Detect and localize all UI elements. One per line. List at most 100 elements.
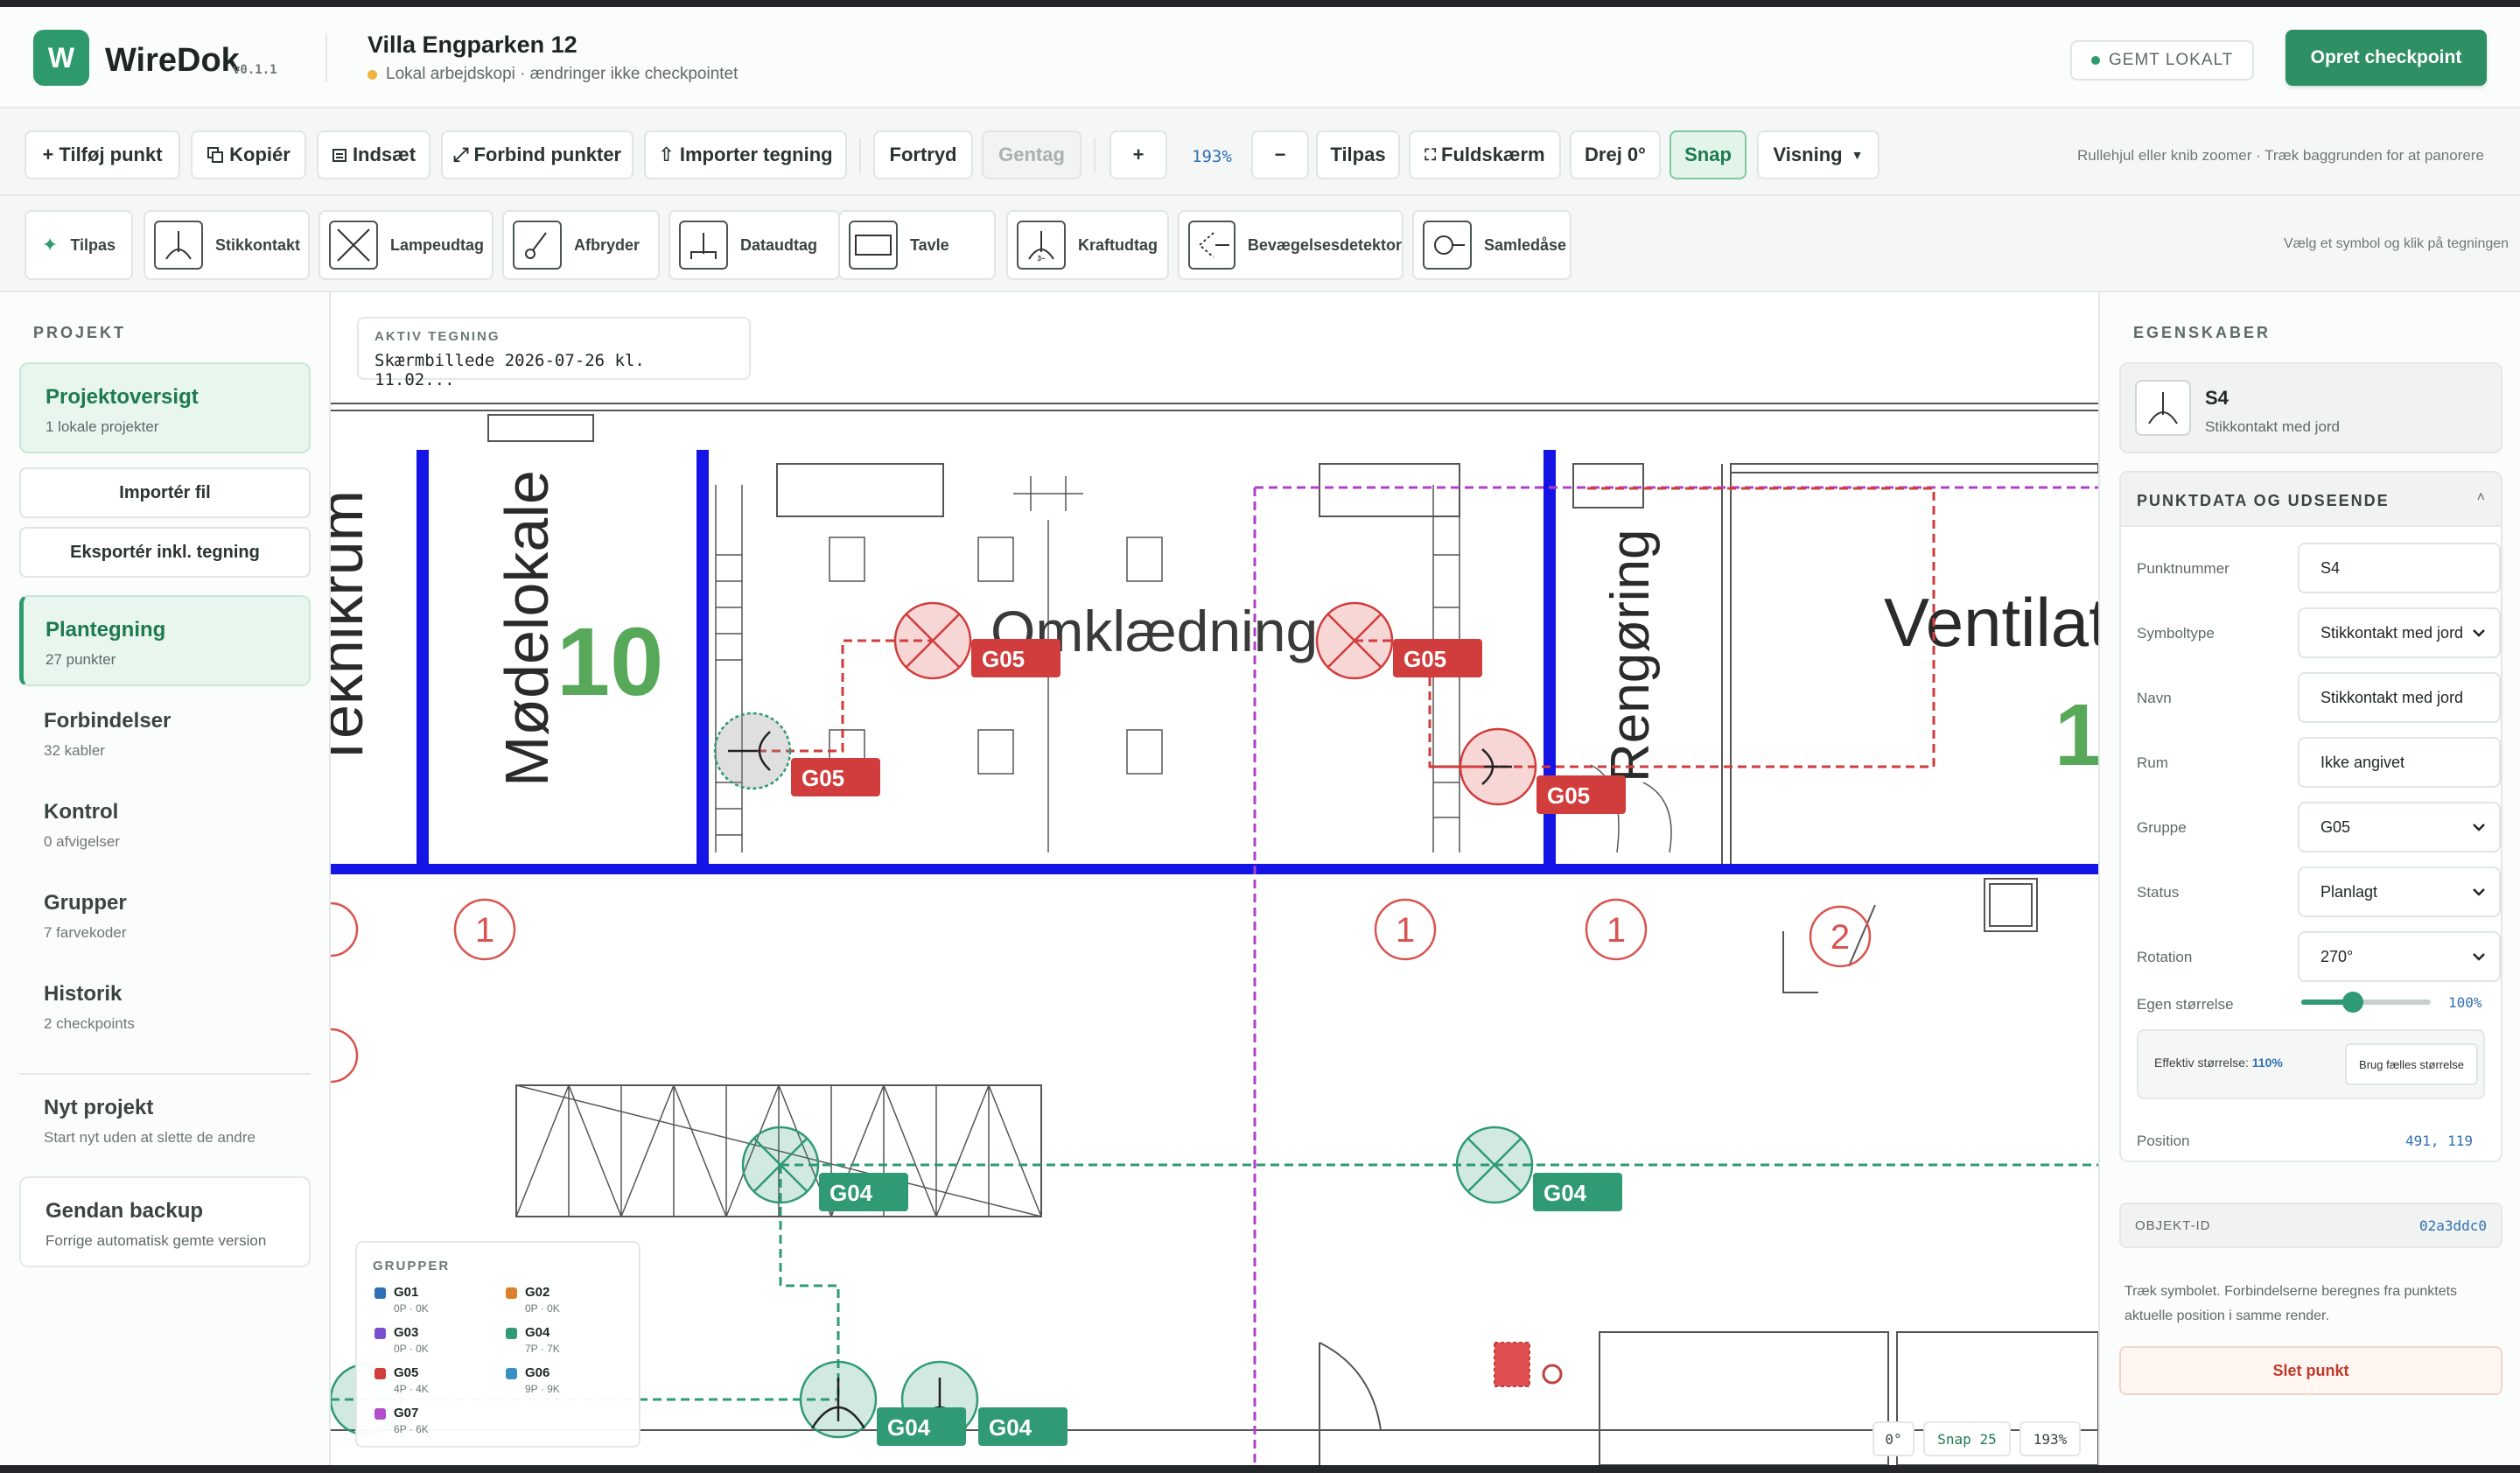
group-value: G05	[2320, 817, 2351, 836]
sidebar-item-title: Historik	[44, 982, 122, 1006]
point-data-title: PUNKTDATA OG UDSEENDE	[2137, 492, 2390, 509]
room-number: 1	[2054, 686, 2098, 784]
object-id-label: OBJEKT-ID	[2135, 1218, 2211, 1233]
sidebar-divider	[19, 1073, 311, 1075]
position-value: 491, 119	[2404, 1133, 2473, 1149]
collapse-icon: ˄	[2476, 490, 2485, 505]
group-select[interactable]: G05	[2298, 802, 2501, 852]
project-overview-card[interactable]: Projektoversigt 1 lokale projekter	[19, 362, 311, 453]
new-project-title: Nyt projekt	[44, 1096, 154, 1119]
room-label: Teknikrum	[331, 490, 375, 769]
size-value: 100%	[2448, 994, 2482, 1011]
chevron-down-icon	[2473, 824, 2485, 831]
upload-icon: ⇧	[658, 144, 675, 165]
point-label: G04	[1544, 1180, 1587, 1206]
groups-legend: GRUPPER G01 0P · 0K G02 0P · 0K G03 0P · 0K…	[355, 1241, 640, 1448]
group-count: 0P · 0K	[394, 1302, 429, 1315]
symbol-label: Tavle	[910, 235, 949, 254]
symbol-panel[interactable]: Tavle	[838, 210, 996, 280]
fullscreen-label: Fuldskærm	[1441, 144, 1545, 165]
sidebar-item-groups[interactable]: Grupper 7 farvekoder	[44, 891, 127, 942]
symbol-socket[interactable]: Stikkontakt	[144, 210, 310, 280]
selected-point-id: S4	[2205, 387, 2229, 409]
group-name: G02	[525, 1285, 550, 1300]
point-number-input[interactable]: S4	[2298, 543, 2501, 593]
restore-backup-card[interactable]: Gendan backup Forrige automatisk gemte v…	[19, 1176, 311, 1267]
saved-dot-icon	[2091, 56, 2100, 65]
properties-section-label: EGENSKABER	[2133, 324, 2272, 341]
symbol-label: Dataudtag	[740, 235, 818, 254]
create-checkpoint-button[interactable]: Opret checkpoint	[2286, 30, 2487, 86]
new-project-item[interactable]: Nyt projekt Start nyt uden at slette de …	[44, 1096, 256, 1147]
zoom-out-button[interactable]: −	[1251, 130, 1309, 179]
chevron-down-icon	[2473, 953, 2485, 961]
size-label: Egen størrelse	[2137, 996, 2234, 1013]
export-button[interactable]: Eksportér inkl. tegning	[19, 527, 311, 578]
sidebar-item-title: Forbindelser	[44, 709, 172, 733]
paste-button[interactable]: Indsæt	[317, 130, 430, 179]
paste-icon	[332, 149, 346, 162]
group-swatch	[374, 1368, 386, 1379]
socket-icon	[2135, 380, 2191, 436]
redo-button[interactable]: Gentag	[982, 130, 1082, 179]
import-file-button[interactable]: Importér fil	[19, 467, 311, 518]
sidebar-item-connections[interactable]: Forbindelser 32 kabler	[44, 709, 171, 760]
use-common-size-button[interactable]: Brug fælles størrelse	[2345, 1043, 2478, 1085]
view-dropdown[interactable]: Visning ▼	[1757, 130, 1880, 179]
header-divider	[326, 33, 327, 82]
symbol-power[interactable]: 3~ Kraftudtag	[1006, 210, 1169, 280]
group-count: 0P · 0K	[525, 1302, 560, 1315]
room-input[interactable]: Ikke angivet	[2298, 737, 2501, 788]
delete-point-button[interactable]: Slet punkt	[2119, 1346, 2502, 1395]
size-slider-thumb[interactable]	[2342, 992, 2364, 1013]
sidebar-item-floorplan[interactable]: Plantegning 27 punkter	[19, 595, 311, 686]
point-label: G05	[802, 765, 844, 791]
sidebar-item-control[interactable]: Kontrol 0 afvigelser	[44, 800, 120, 851]
project-sidebar: PROJEKT Projektoversigt 1 lokale projekt…	[0, 292, 331, 1465]
point-label: G05	[1404, 646, 1446, 672]
fit-button[interactable]: Tilpas	[1316, 130, 1400, 179]
rotation-select[interactable]: 270°	[2298, 931, 2501, 982]
undo-button[interactable]: Fortryd	[873, 130, 973, 179]
import-drawing-button[interactable]: ⇧ Importer tegning	[644, 130, 847, 179]
symbol-type-select[interactable]: Stikkontakt med jord	[2298, 607, 2501, 658]
copy-button[interactable]: Kopiér	[191, 130, 306, 179]
object-id-row: OBJEKT-ID 02a3ddc0	[2119, 1203, 2502, 1248]
project-status: Lokal arbejdskopi · ændringer ikke check…	[368, 65, 738, 84]
sidebar-item-sub: 7 farvekoder	[44, 924, 127, 941]
drawing-canvas[interactable]: Teknikrum Mødelokale Omklædning Rengørin…	[331, 292, 2098, 1465]
rotation-label: Rotation	[2137, 949, 2193, 965]
point-data-header[interactable]: PUNKTDATA OG UDSEENDE ˄	[2121, 473, 2501, 527]
status-select[interactable]: Planlagt	[2298, 866, 2501, 917]
symbol-junction[interactable]: Samledåse	[1412, 210, 1572, 280]
symbol-data[interactable]: Dataudtag	[668, 210, 840, 280]
connect-points-button[interactable]: ⤢ Forbind punkter	[441, 130, 634, 179]
circle-number: 1	[475, 911, 494, 950]
effective-size-box: Effektiv størrelse: 110% Brug fælles stø…	[2137, 1029, 2485, 1099]
status-rotation: 0°	[1872, 1421, 1914, 1456]
copy-icon	[207, 147, 224, 163]
sidebar-section-label: PROJEKT	[33, 324, 127, 341]
symbol-hint: Vælg et symbol og klik på tegningen	[2284, 236, 2510, 251]
symbol-switch[interactable]: Afbryder	[502, 210, 660, 280]
fullscreen-button[interactable]: ⛶ Fuldskærm	[1409, 130, 1561, 179]
status-value: Planlagt	[2320, 882, 2378, 901]
rotate-button[interactable]: Drej 0°	[1570, 130, 1661, 179]
add-point-button[interactable]: + Tilføj punkt	[24, 130, 180, 179]
point-data-panel: PUNKTDATA OG UDSEENDE ˄ Punktnummer S4 S…	[2119, 471, 2502, 1162]
symbol-lamp[interactable]: Lampeudtag	[318, 210, 494, 280]
size-slider[interactable]	[2301, 992, 2431, 1013]
name-input[interactable]: Stikkontakt med jord	[2298, 672, 2501, 723]
symbol-fit-button[interactable]: ✦ Tilpas	[24, 210, 133, 280]
sparkle-icon: ✦	[41, 234, 59, 256]
symbol-motion[interactable]: Bevægelsesdetektor	[1178, 210, 1404, 280]
group-name: G04	[525, 1325, 550, 1340]
zoom-in-button[interactable]: +	[1110, 130, 1167, 179]
circle-number: 1	[1396, 911, 1415, 950]
toolbar-divider	[859, 138, 861, 173]
group-count: 6P · 6K	[394, 1423, 429, 1435]
sidebar-item-history[interactable]: Historik 2 checkpoints	[44, 982, 135, 1033]
snap-toggle[interactable]: Snap	[1670, 130, 1746, 179]
svg-text:3~: 3~	[1037, 255, 1045, 263]
unsaved-dot-icon	[368, 69, 377, 80]
